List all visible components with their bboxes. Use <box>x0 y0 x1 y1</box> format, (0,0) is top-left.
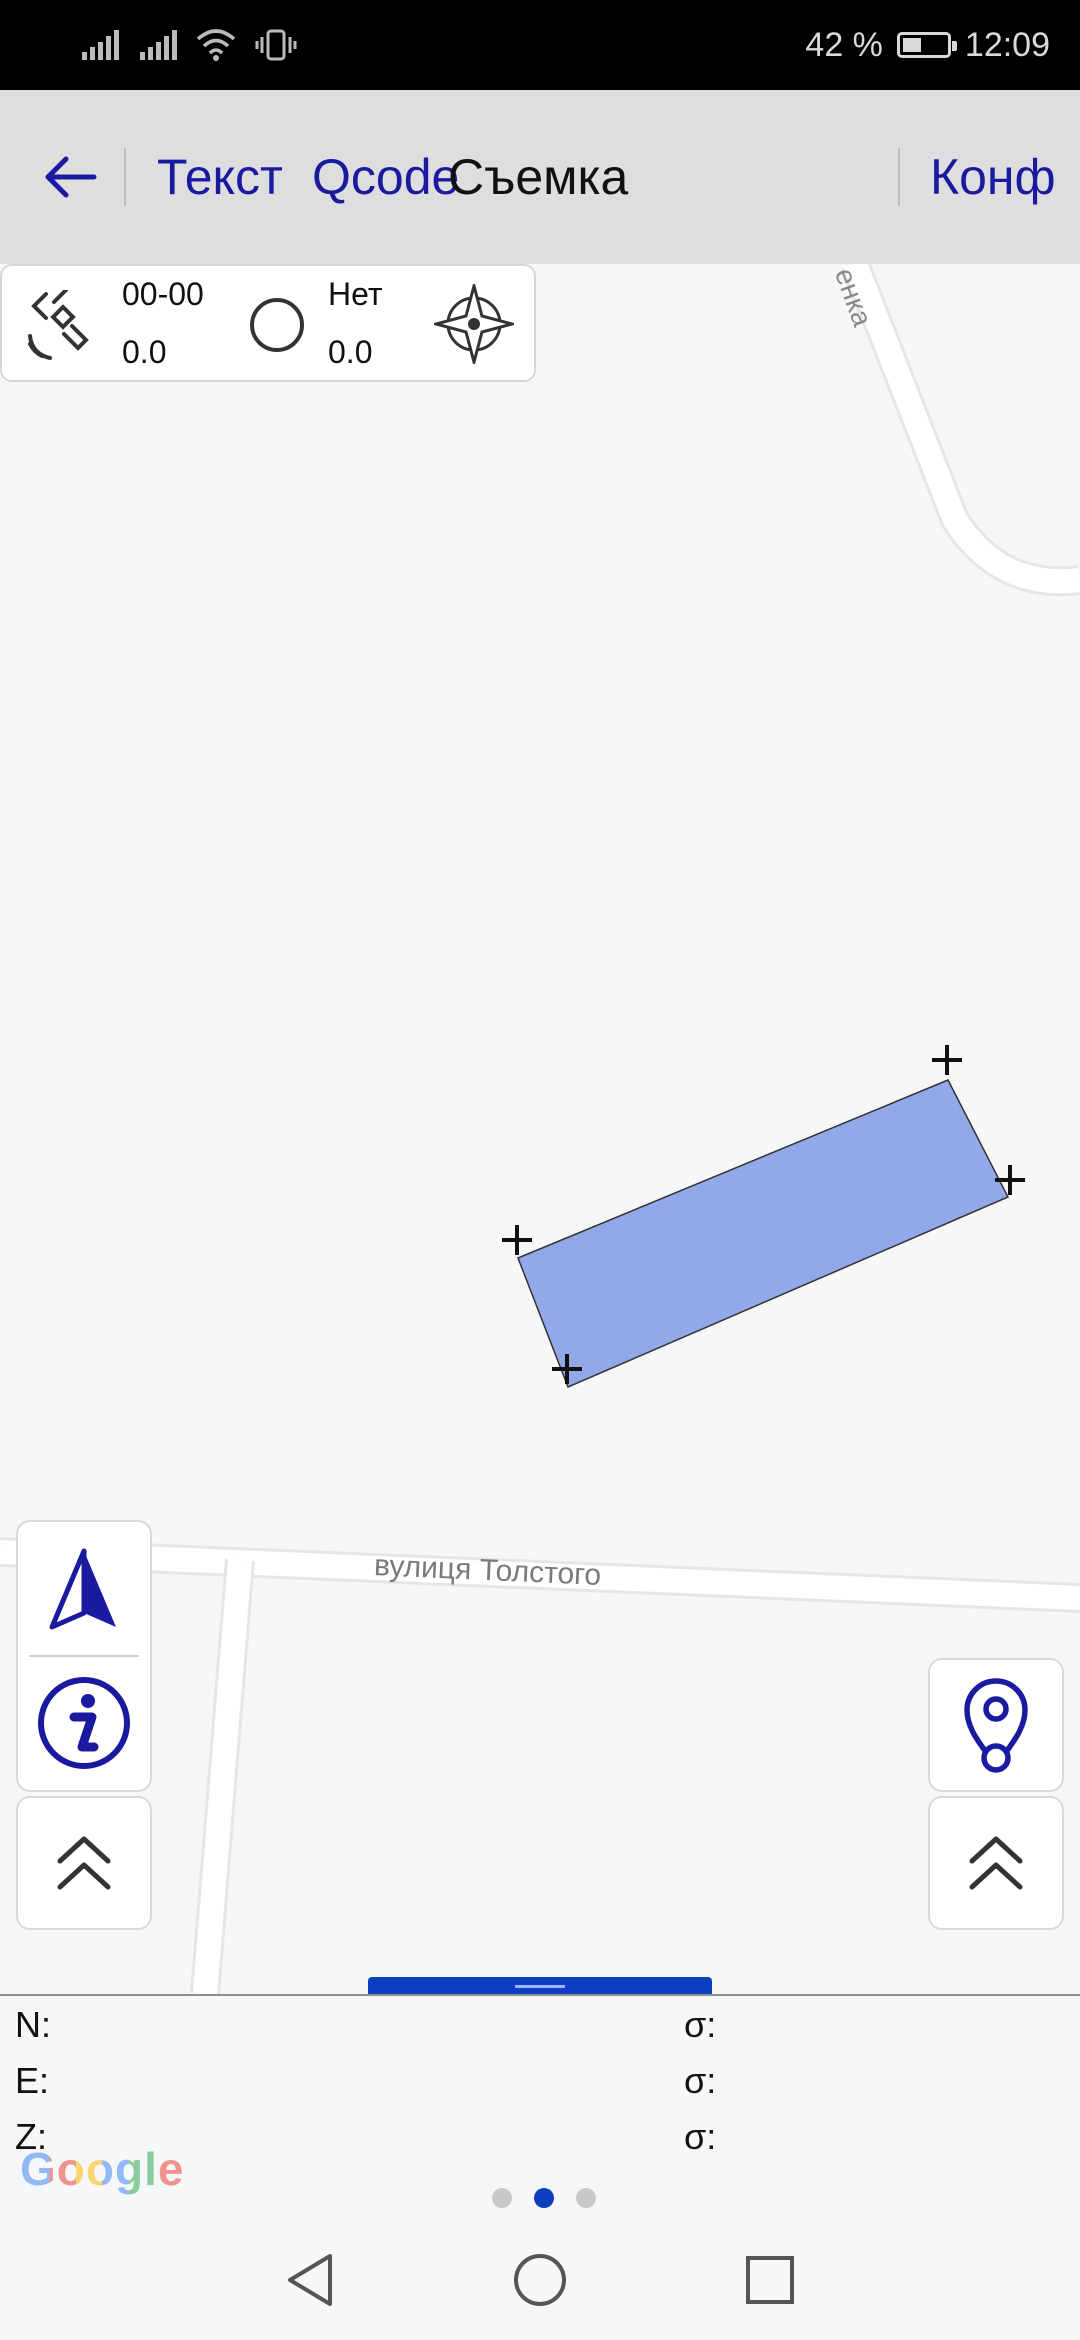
toolbar: Текст Qcode Съемка Конф <box>0 90 1080 265</box>
fix-status: Нет <box>328 276 383 312</box>
handle-grip <box>515 1984 565 1988</box>
map-view[interactable]: енка вулиця Толстого <box>0 264 1080 1994</box>
circle-icon <box>250 298 304 352</box>
vibrate-icon <box>255 29 297 61</box>
home-nav-icon[interactable] <box>512 2252 568 2308</box>
sigma-n-label: σ: <box>684 2004 717 2045</box>
vertex-marker[interactable] <box>502 1225 532 1255</box>
expand-panel-button-left[interactable] <box>16 1796 152 1930</box>
battery-icon <box>896 32 957 58</box>
recents-nav-icon[interactable] <box>744 2254 796 2306</box>
survey-polygon[interactable] <box>517 1079 1010 1388</box>
system-navigation-bar <box>0 2216 1080 2340</box>
tab-qcode[interactable]: Qcode <box>312 90 459 264</box>
map-canvas <box>0 264 1080 1994</box>
back-nav-icon[interactable] <box>284 2252 336 2308</box>
page-dot-1[interactable] <box>492 2188 512 2208</box>
navigate-button[interactable] <box>16 1522 152 1655</box>
location-pin-icon <box>964 1678 1028 1773</box>
gps-value-2: 0.0 <box>328 334 373 370</box>
clock: 12:09 <box>964 25 1050 64</box>
wifi-icon <box>196 29 236 61</box>
signal-icon <box>82 30 119 60</box>
sigma-e-label: σ: <box>684 2060 717 2101</box>
page-title: Съемка <box>448 149 629 205</box>
gps-time: 00-00 <box>122 276 204 312</box>
back-button[interactable] <box>40 90 100 264</box>
bottom-panel-handle[interactable] <box>368 1977 712 1995</box>
status-left <box>80 0 298 90</box>
toolbar-divider-right <box>898 148 900 206</box>
toolbar-divider <box>124 148 126 206</box>
vertex-marker[interactable] <box>932 1045 962 1075</box>
chevron-up-double-icon <box>57 1836 111 1890</box>
easting-label: E: <box>15 2060 50 2101</box>
gps-status-card[interactable]: 00-00 0.0 Нет 0.0 <box>0 264 536 382</box>
status-right: 42 % 12:09 <box>805 0 1050 90</box>
config-button[interactable]: Конф <box>930 90 1056 264</box>
battery-percent: 42 % <box>805 25 883 64</box>
arrow-left-icon <box>45 156 97 198</box>
expand-panel-button-right[interactable] <box>928 1796 1064 1930</box>
location-pin-button[interactable] <box>928 1658 1064 1792</box>
info-icon <box>38 1677 130 1770</box>
tab-text[interactable]: Текст <box>157 90 283 264</box>
gps-value-1: 0.0 <box>122 334 167 370</box>
page-dot-3[interactable] <box>576 2188 596 2208</box>
signal-icon-2 <box>140 30 177 60</box>
northing-label: N: <box>15 2004 51 2045</box>
satellite-icon <box>28 290 89 360</box>
google-logo-text: Google <box>20 2143 185 2195</box>
google-logo: Google <box>20 2142 184 2196</box>
battery-fill <box>902 38 921 52</box>
sigma-z-label: σ: <box>684 2116 717 2157</box>
page-dot-2[interactable] <box>534 2188 554 2208</box>
chevron-up-double-icon <box>969 1836 1023 1890</box>
status-bar: 42 % 12:09 <box>0 0 1080 90</box>
info-button[interactable] <box>16 1657 152 1790</box>
navigation-arrow-icon <box>49 1548 116 1629</box>
map-tools-panel <box>16 1520 152 1792</box>
compass-icon[interactable] <box>434 284 514 364</box>
